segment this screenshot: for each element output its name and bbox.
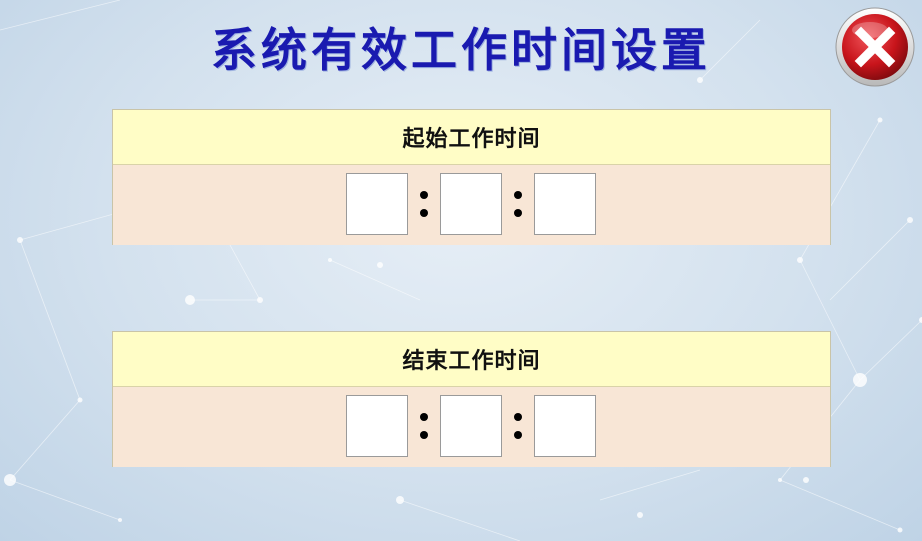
colon-separator — [414, 173, 434, 235]
colon-separator — [414, 395, 434, 457]
end-minute-input[interactable] — [440, 395, 502, 457]
page-title: 系统有效工作时间设置 — [211, 23, 711, 77]
start-hour-input[interactable] — [346, 173, 408, 235]
end-second-input[interactable] — [534, 395, 596, 457]
close-icon — [835, 7, 915, 87]
close-button[interactable] — [834, 6, 916, 88]
end-hour-input[interactable] — [346, 395, 408, 457]
start-second-input[interactable] — [534, 173, 596, 235]
end-time-label: 结束工作时间 — [113, 332, 830, 387]
end-time-panel: 结束工作时间 — [112, 331, 831, 467]
start-time-inputs — [113, 165, 830, 245]
colon-separator — [508, 395, 528, 457]
start-time-panel: 起始工作时间 — [112, 109, 831, 245]
colon-separator — [508, 173, 528, 235]
end-time-inputs — [113, 387, 830, 467]
start-minute-input[interactable] — [440, 173, 502, 235]
start-time-label: 起始工作时间 — [113, 110, 830, 165]
